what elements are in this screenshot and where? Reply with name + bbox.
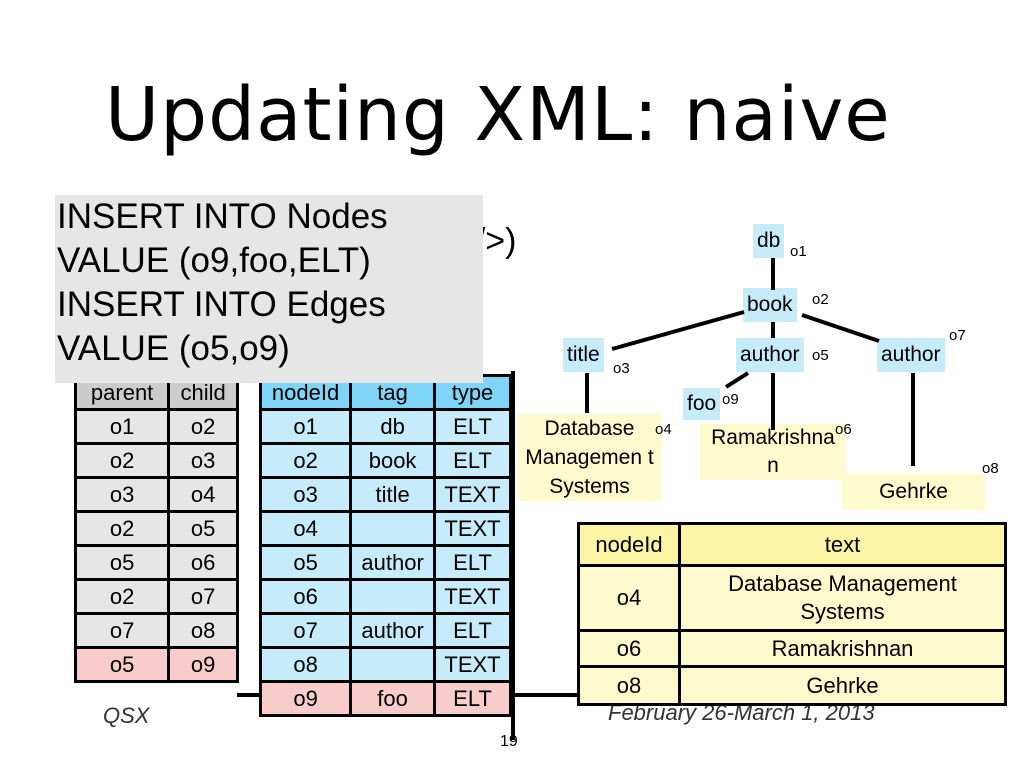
table-cell: o2 (258, 442, 353, 479)
table-row: o5 o6 (73, 544, 239, 581)
table-cell: TEXT (433, 476, 512, 513)
table-row: o5 author ELT (258, 544, 512, 581)
table-cell: Gehrke (678, 665, 1007, 706)
table-cell (349, 646, 437, 683)
column-header: text (678, 522, 1007, 567)
table-cell: author (349, 612, 437, 649)
table-cell: Ramakrishnan (678, 629, 1007, 668)
table-cell: ELT (433, 408, 512, 445)
table-cell: TEXT (433, 646, 512, 683)
table-row: o2 o7 (73, 578, 239, 615)
table-cell: o6 (577, 629, 681, 668)
table-cell (349, 510, 437, 547)
table-cell: author (349, 544, 437, 581)
tree-edge (611, 310, 745, 351)
table-cell: o7 (167, 578, 239, 615)
table-cell: o3 (73, 476, 171, 513)
table-row: o2 book ELT (258, 442, 512, 479)
table-cell: o5 (258, 544, 353, 581)
table-row: o6 TEXT (258, 578, 512, 615)
table-cell: o4 (577, 564, 681, 632)
table-cell: o2 (73, 510, 171, 547)
table-cell: o8 (167, 612, 239, 649)
table-row: o1 o2 (73, 408, 239, 445)
table-cell: o2 (73, 578, 171, 615)
table-row: o1 db ELT (258, 408, 512, 445)
footer-left-text: QSX (103, 703, 150, 728)
tree-edge (724, 371, 750, 389)
table-cell: o8 (258, 646, 353, 683)
sql-line: INSERT INTO Nodes (57, 197, 388, 236)
table-cell: o6 (258, 578, 353, 615)
table-cell: ELT (433, 680, 512, 717)
table-row: o6 Ramakrishnan (577, 629, 1007, 668)
table-cell: o1 (258, 408, 353, 445)
table-cell (349, 578, 437, 615)
table-cell: o5 (167, 510, 239, 547)
table-cell: o9 (167, 646, 239, 683)
table-cell: o7 (73, 612, 171, 649)
table-cell: o2 (167, 408, 239, 445)
sql-line: VALUE (o9,foo,ELT) (57, 241, 371, 280)
table-cell: o7 (258, 612, 353, 649)
table-cell: o5 (73, 646, 171, 683)
table-cell: book (349, 442, 437, 479)
text-table: nodeId text o4 Database Management System… (577, 522, 1007, 706)
sql-statement-box: INSERT INTO Nodes VALUE (o9,foo,ELT) INS… (55, 195, 483, 383)
table-cell: o9 (258, 680, 353, 717)
inserted-table-row: o9 foo ELT (258, 680, 512, 717)
inserted-table-row: o5 o9 (73, 646, 239, 683)
table-cell: ELT (433, 612, 512, 649)
table-cell: o3 (167, 442, 239, 479)
tree-edge (801, 313, 880, 343)
table-cell: o4 (258, 510, 353, 547)
table-row: o4 Database Management Systems (577, 564, 1007, 632)
table-row: o2 o3 (73, 442, 239, 479)
sql-line: VALUE (o5,o9) (57, 329, 290, 368)
table-cell: Database Management Systems (678, 564, 1007, 632)
table-cell: title (349, 476, 437, 513)
table-cell: o2 (73, 442, 171, 479)
table-header-row: nodeId text (577, 522, 1007, 567)
table-row: o7 o8 (73, 612, 239, 649)
table-cell: o8 (577, 665, 681, 706)
table-row: o8 Gehrke (577, 665, 1007, 706)
table-cell: TEXT (433, 578, 512, 615)
table-row: o3 o4 (73, 476, 239, 513)
table-row: o3 title TEXT (258, 476, 512, 513)
nodes-table: nodeId tag type o1 db ELT o2 book ELT o3 titl… (258, 374, 512, 717)
table-cell: o3 (258, 476, 353, 513)
sql-line: INSERT INTO Edges (57, 285, 386, 324)
table-cell: foo (349, 680, 437, 717)
table-cell: o6 (167, 544, 239, 581)
table-cell: o5 (73, 544, 171, 581)
table-cell: o4 (167, 476, 239, 513)
table-cell: db (349, 408, 437, 445)
table-row: o8 TEXT (258, 646, 512, 683)
column-header: nodeId (577, 522, 681, 567)
table-cell: o1 (73, 408, 171, 445)
table-row: o2 o5 (73, 510, 239, 547)
page-number: 19 (500, 733, 518, 750)
table-row: o4 TEXT (258, 510, 512, 547)
table-row: o7 author ELT (258, 612, 512, 649)
table-cell: ELT (433, 544, 512, 581)
table-cell: ELT (433, 442, 512, 479)
table-cell: TEXT (433, 510, 512, 547)
edges-table: parent child o1 o2 o2 o3 o3 o4 o2 o5 o5 o6 o2… (73, 374, 239, 683)
